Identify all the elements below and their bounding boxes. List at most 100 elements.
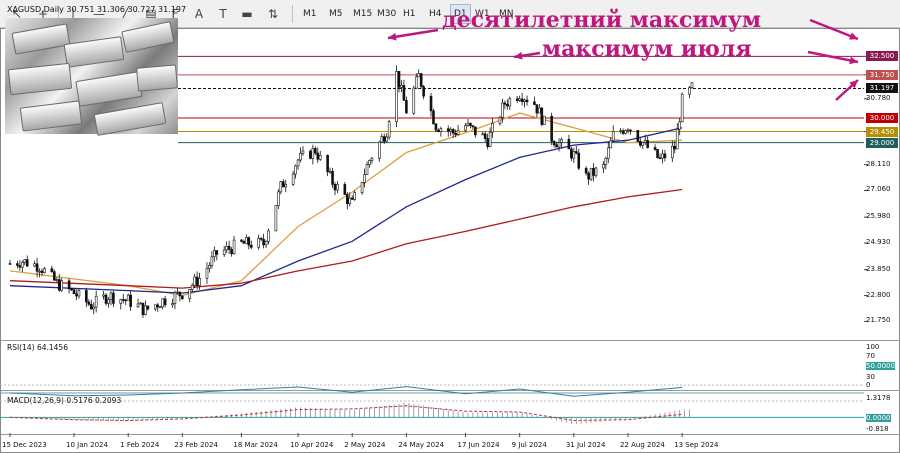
candle-body	[242, 241, 246, 244]
candle-body	[176, 291, 179, 294]
candle-body	[525, 99, 529, 103]
candle-body	[92, 306, 96, 310]
candle-body	[449, 129, 453, 132]
candle-body	[365, 164, 369, 175]
candle-body	[446, 128, 450, 132]
candle-body	[8, 263, 12, 265]
candle-body	[673, 145, 677, 150]
candle-body	[680, 93, 684, 123]
candle-body	[284, 184, 288, 188]
candle-body	[469, 122, 472, 126]
candle-body	[163, 298, 167, 306]
candle-body	[326, 154, 329, 173]
candle-body	[550, 115, 553, 142]
candle-body	[109, 292, 113, 300]
candle-body	[577, 152, 581, 169]
candle-body	[38, 270, 41, 273]
candle-body	[144, 305, 147, 315]
candle-body	[643, 140, 647, 143]
candle-body	[636, 130, 640, 142]
candle-body	[139, 302, 142, 305]
candle-body	[518, 98, 521, 101]
candle-body	[121, 299, 125, 301]
candle-body	[213, 250, 216, 258]
candle-body	[533, 101, 536, 105]
y-tick-label: 24.930	[866, 238, 891, 246]
candle-body	[153, 304, 157, 310]
candle-body	[678, 121, 681, 130]
candle-body	[240, 239, 243, 242]
candle-body	[419, 73, 423, 87]
date-label: 23 Feb 2024	[174, 441, 218, 449]
candle-body	[33, 263, 36, 267]
candle-body	[437, 129, 440, 132]
candle-body	[629, 129, 632, 132]
candle-body	[451, 129, 455, 134]
candle-body	[89, 304, 93, 310]
candle-body	[439, 128, 443, 132]
candle-body	[225, 245, 228, 251]
date-label: 22 Aug 2024	[619, 441, 665, 449]
date-label: 1 Feb 2024	[120, 441, 160, 449]
candle-body	[67, 280, 71, 290]
candle-body	[107, 299, 110, 304]
candle-body	[540, 107, 544, 125]
candle-body	[264, 240, 268, 246]
price-label-31.750: 31.750	[866, 69, 898, 80]
date-label: 31 Jul 2024	[565, 441, 606, 449]
y-tick-label: 21.750	[866, 316, 891, 325]
candle-body	[387, 121, 391, 138]
candle-body	[43, 268, 46, 273]
candle-body	[481, 133, 485, 136]
candle-body	[156, 304, 160, 308]
candle-body	[77, 290, 81, 297]
candle-body	[247, 237, 251, 246]
candle-body	[104, 294, 108, 304]
candle-body	[604, 158, 608, 165]
candle-body	[606, 147, 610, 159]
candle-body	[16, 263, 19, 266]
candle-body	[626, 129, 630, 132]
candle-body	[227, 245, 231, 250]
arrow-level-31-75-head	[849, 56, 858, 65]
candle-body	[523, 99, 526, 102]
candle-body	[621, 130, 625, 134]
candle-body	[589, 167, 593, 180]
candle-body	[560, 138, 563, 143]
y-tick-label: 28.110	[866, 159, 891, 168]
candle-body	[262, 238, 265, 246]
candle-body	[646, 140, 649, 148]
candle-body	[400, 85, 403, 88]
candle-body	[624, 130, 627, 134]
candle-body	[474, 126, 477, 136]
candle-body	[23, 259, 27, 263]
candle-body	[198, 277, 201, 286]
candle-body	[542, 115, 546, 125]
candle-body	[520, 98, 524, 102]
date-label: 17 Jun 2024	[457, 441, 500, 449]
candle-body	[188, 289, 192, 300]
candle-body	[136, 303, 140, 307]
candle-body	[350, 197, 354, 200]
candle-body	[572, 151, 576, 159]
candle-body	[257, 237, 260, 248]
candle-body	[422, 86, 425, 97]
candle-body	[363, 174, 366, 183]
macd-tick-label: 1.3178	[866, 394, 891, 402]
candle-body	[94, 295, 98, 308]
candle-body	[333, 184, 337, 191]
candle-body	[193, 276, 196, 286]
candle-body	[210, 256, 214, 266]
candle-body	[653, 147, 657, 150]
candle-body	[570, 148, 573, 159]
candle-body	[619, 130, 622, 133]
macd-tick-label: 0.0000	[866, 414, 891, 422]
price-label-30.000: 30.000	[866, 112, 898, 123]
candle-body	[592, 167, 595, 176]
candle-body	[249, 244, 253, 248]
candle-body	[555, 144, 558, 148]
candle-body	[432, 110, 435, 125]
candle-body	[40, 270, 44, 273]
candle-body	[656, 149, 659, 158]
candle-body	[609, 140, 613, 149]
